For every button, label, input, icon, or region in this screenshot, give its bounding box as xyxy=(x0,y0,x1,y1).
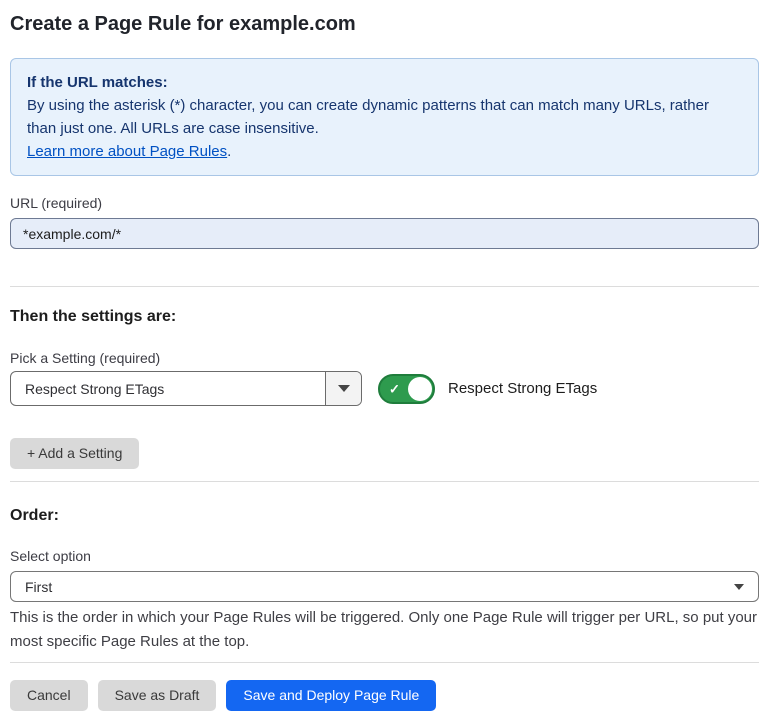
footer-buttons: Cancel Save as Draft Save and Deploy Pag… xyxy=(10,680,759,711)
learn-more-link[interactable]: Learn more about Page Rules xyxy=(27,143,227,160)
add-setting-button[interactable]: + Add a Setting xyxy=(10,438,139,469)
link-suffix: . xyxy=(227,143,231,160)
toggle-label: Respect Strong ETags xyxy=(448,380,597,397)
save-and-deploy-button[interactable]: Save and Deploy Page Rule xyxy=(226,680,436,711)
info-box-heading: If the URL matches: xyxy=(27,71,742,94)
order-select-label: Select option xyxy=(10,547,759,565)
setting-row: Respect Strong ETags ✓ Respect Strong ET… xyxy=(10,371,759,406)
respect-strong-etags-toggle[interactable]: ✓ xyxy=(378,374,435,404)
page-rule-form: Create a Page Rule for example.com If th… xyxy=(0,0,769,727)
divider xyxy=(10,662,759,663)
order-help-text: This is the order in which your Page Rul… xyxy=(10,606,759,654)
divider xyxy=(10,286,759,287)
info-box-body: By using the asterisk (*) character, you… xyxy=(27,94,742,140)
save-as-draft-button[interactable]: Save as Draft xyxy=(98,680,217,711)
order-section-heading: Order: xyxy=(10,506,759,526)
url-match-info-box: If the URL matches: By using the asteris… xyxy=(10,58,759,176)
check-icon: ✓ xyxy=(389,382,400,395)
chevron-down-icon xyxy=(338,385,350,392)
order-select-value: First xyxy=(25,579,52,595)
url-input[interactable] xyxy=(10,218,759,249)
cancel-button[interactable]: Cancel xyxy=(10,680,88,711)
chevron-down-icon xyxy=(734,584,744,590)
page-title: Create a Page Rule for example.com xyxy=(10,12,759,36)
setting-select-arrow-button[interactable] xyxy=(325,372,361,405)
setting-select-value: Respect Strong ETags xyxy=(11,381,325,397)
toggle-knob xyxy=(408,377,432,401)
divider xyxy=(10,481,759,482)
setting-picker-label: Pick a Setting (required) xyxy=(10,349,759,367)
setting-select[interactable]: Respect Strong ETags xyxy=(10,371,362,406)
settings-section-heading: Then the settings are: xyxy=(10,307,759,327)
order-select[interactable]: First xyxy=(10,571,759,602)
url-label: URL (required) xyxy=(10,194,759,212)
info-box-link-line: Learn more about Page Rules. xyxy=(27,140,742,163)
